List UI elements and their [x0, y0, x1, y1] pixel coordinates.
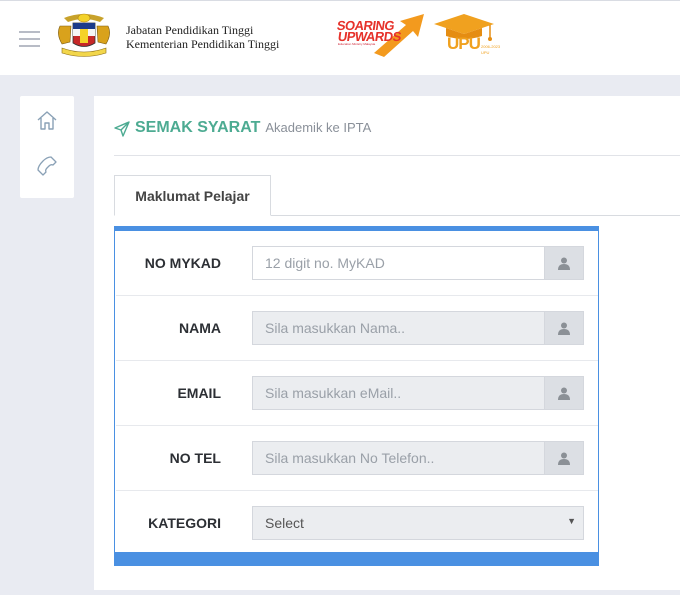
user-icon	[544, 441, 584, 475]
phone-icon[interactable]	[35, 154, 59, 178]
upu-logo-text: UPU	[447, 34, 481, 53]
mykad-label: NO MYKAD	[144, 255, 221, 271]
hamburger-menu-icon[interactable]	[19, 31, 40, 47]
form-row-mykad: NO MYKAD	[116, 231, 598, 296]
tab-maklumat-pelajar[interactable]: Maklumat Pelajar	[114, 175, 271, 216]
sidebar-nav	[20, 96, 74, 198]
page-subtitle: Akademik ke IPTA	[265, 120, 372, 135]
mykad-input[interactable]	[252, 246, 544, 280]
email-label: EMAIL	[177, 385, 221, 401]
ministry-line-1: Jabatan Pendidikan Tinggi	[126, 23, 254, 37]
notel-label: NO TEL	[169, 450, 221, 466]
top-header: Jabatan Pendidikan Tinggi Kementerian Pe…	[0, 0, 680, 75]
mykad-input-group	[252, 246, 584, 280]
title-divider	[114, 155, 680, 156]
email-input-group	[252, 376, 584, 410]
ministry-name: Jabatan Pendidikan Tinggi Kementerian Pe…	[126, 23, 279, 51]
soaring-logo-tagline: Education Ministry Malaysia	[338, 42, 376, 46]
email-input[interactable]	[252, 376, 544, 410]
send-icon	[114, 121, 130, 137]
form-footer-bar	[114, 552, 599, 566]
student-info-form: NO MYKAD NAMA EMAIL	[114, 226, 599, 566]
caret-down-icon: ▼	[567, 516, 576, 526]
page-title: SEMAK SYARAT Akademik ke IPTA	[114, 119, 371, 139]
main-panel: SEMAK SYARAT Akademik ke IPTA Maklumat P…	[94, 96, 680, 590]
nama-label: NAMA	[179, 320, 221, 336]
user-icon	[544, 376, 584, 410]
kategori-label: KATEGORI	[148, 515, 221, 531]
home-icon[interactable]	[35, 109, 59, 133]
form-body: NO MYKAD NAMA EMAIL	[116, 231, 598, 556]
nama-input-group	[252, 311, 584, 345]
ministry-line-2: Kementerian Pendidikan Tinggi	[126, 37, 280, 51]
upu-logo-label: UPU	[481, 50, 490, 55]
notel-input-group	[252, 441, 584, 475]
form-row-notel: NO TEL	[116, 426, 598, 491]
user-icon	[544, 311, 584, 345]
user-icon	[544, 246, 584, 280]
form-row-kategori: KATEGORI Select ▼	[116, 491, 598, 556]
form-row-email: EMAIL	[116, 361, 598, 426]
nama-input[interactable]	[252, 311, 544, 345]
coat-of-arms-logo	[58, 13, 110, 57]
upu-logo-years: 2006-2023	[481, 44, 501, 49]
kategori-selected-value: Select	[265, 515, 304, 531]
form-row-nama: NAMA	[116, 296, 598, 361]
kategori-select[interactable]: Select ▼	[252, 506, 584, 540]
notel-input[interactable]	[252, 441, 544, 475]
page-title-main: SEMAK SYARAT	[135, 119, 261, 136]
